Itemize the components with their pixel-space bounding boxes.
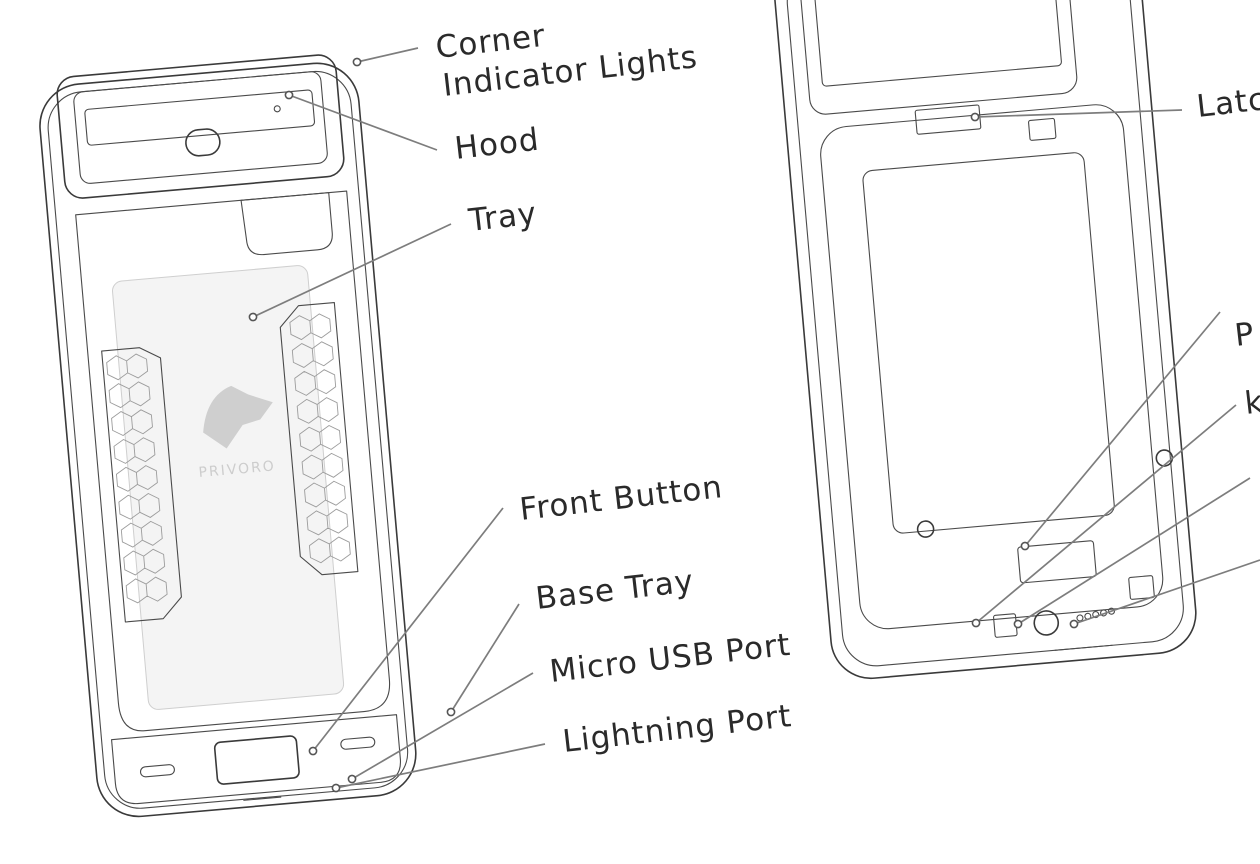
leader-base-tray — [450, 603, 520, 713]
screw-left — [916, 520, 935, 538]
leader-port-3 — [1017, 477, 1251, 625]
hood — [56, 54, 345, 199]
left-device: PRIVORO — [39, 54, 417, 818]
leader-front-button — [312, 507, 504, 752]
label-base-tray: Base Tray — [534, 563, 696, 617]
leader-port-4 — [1073, 559, 1260, 625]
hood-camera-window — [185, 128, 221, 157]
right-outer-shell — [773, 0, 1197, 680]
front-button — [213, 735, 300, 785]
leader-lightning — [335, 743, 546, 789]
left-speaker-grille — [139, 764, 175, 778]
battery-panel — [862, 152, 1115, 534]
right-speaker-grille — [340, 736, 376, 750]
leader-corner — [356, 47, 419, 63]
pin-connector — [1017, 540, 1097, 584]
right-device — [773, 0, 1197, 680]
diagram-canvas: PRIVORO Corner Indicator Lights Hood Tra… — [39, 0, 1260, 818]
latch-sensor — [1028, 117, 1057, 141]
leader-micro-usb — [351, 672, 534, 780]
right-top-module — [799, 0, 1078, 115]
label-latch-partial: Latc — [1195, 81, 1260, 125]
bottom-key — [993, 613, 1018, 638]
product-diagram: PRIVORO Corner Indicator Lights Hood Tra… — [0, 0, 1260, 864]
leader-k — [975, 404, 1237, 624]
label-hood: Hood — [453, 122, 541, 167]
label-p-partial: P — [1233, 316, 1257, 354]
leader-latch — [974, 109, 1183, 118]
label-micro-usb: Micro USB Port — [548, 627, 793, 690]
label-lightning: Lightning Port — [561, 698, 794, 760]
leader-lines — [252, 47, 1260, 789]
callout-dots — [248, 57, 1079, 793]
label-front-button: Front Button — [518, 469, 725, 528]
tray: PRIVORO — [75, 190, 391, 732]
label-tray: Tray — [466, 195, 539, 239]
label-k-partial: k — [1243, 384, 1260, 422]
leader-p — [1024, 311, 1221, 547]
contact-pins — [1076, 607, 1116, 622]
